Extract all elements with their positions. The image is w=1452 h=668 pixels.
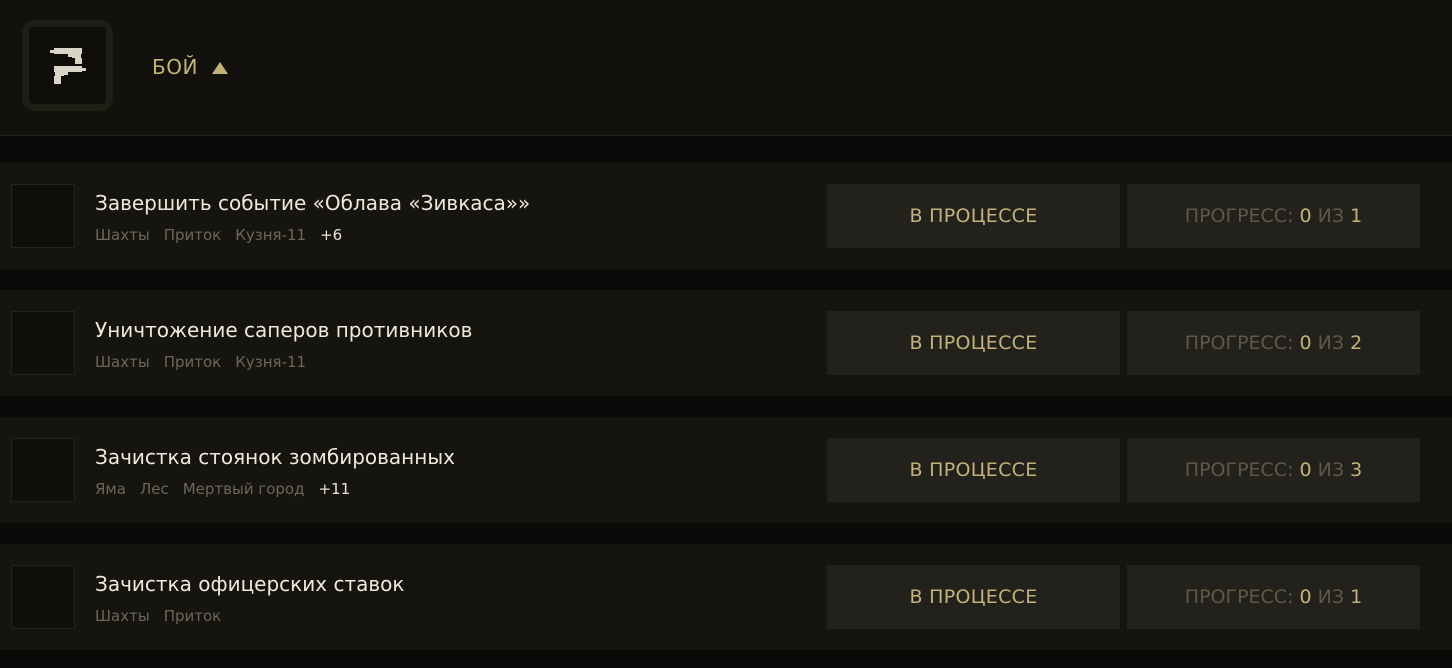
task-title: Завершить событие «Облава «Зивкаса»» [95,191,531,215]
progress-current: 0 [1299,459,1312,481]
more-locations-count[interactable]: +6 [320,226,342,244]
progress-total: 1 [1350,205,1363,227]
location-tag: Шахты [95,226,150,244]
progress-current: 0 [1299,586,1312,608]
task-row[interactable]: Зачистка стоянок зомбированных Яма Лес Мерт… [0,417,1452,523]
status-button[interactable]: В ПРОЦЕССЕ [827,311,1120,375]
progress-label: ПРОГРЕСС: [1184,332,1294,354]
progress-current: 0 [1299,205,1312,227]
progress-indicator: ПРОГРЕСС: 0 ИЗ 2 [1127,311,1420,375]
location-tag: Приток [163,353,222,371]
location-tag: Лес [139,480,169,498]
task-row[interactable]: Завершить событие «Облава «Зивкаса»» Шахт… [0,163,1452,269]
location-tag: Шахты [95,353,150,371]
category-icon-frame[interactable] [22,20,113,111]
location-tag: Приток [163,607,222,625]
progress-label: ПРОГРЕСС: [1184,586,1294,608]
task-title: Зачистка стоянок зомбированных [95,445,455,469]
more-locations-count[interactable]: +11 [318,480,350,498]
task-row[interactable]: Уничтожение саперов противников Шахты Прит… [0,290,1452,396]
progress-separator: ИЗ [1317,332,1345,354]
location-tag: Яма [95,480,126,498]
task-thumbnail [11,311,75,375]
progress-indicator: ПРОГРЕСС: 0 ИЗ 1 [1127,565,1420,629]
category-title: БОЙ [152,55,198,79]
category-header: БОЙ [0,0,1452,136]
task-thumbnail [11,184,75,248]
progress-separator: ИЗ [1317,586,1345,608]
progress-indicator: ПРОГРЕСС: 0 ИЗ 1 [1127,184,1420,248]
task-location-tags: Яма Лес Мертвый город +11 [95,480,350,498]
caret-up-icon [211,62,228,74]
task-thumbnail [11,438,75,502]
location-tag: Мертвый город [182,480,305,498]
progress-separator: ИЗ [1317,205,1345,227]
category-toggle[interactable]: БОЙ [152,52,228,82]
progress-label: ПРОГРЕСС: [1184,205,1294,227]
location-tag: Кузня-11 [235,226,307,244]
progress-label: ПРОГРЕСС: [1184,459,1294,481]
task-row[interactable]: Зачистка офицерских ставок Шахты Приток В П… [0,544,1452,650]
progress-total: 2 [1350,332,1363,354]
task-location-tags: Шахты Приток [95,607,221,625]
pistols-icon [49,47,86,84]
progress-total: 3 [1350,459,1363,481]
progress-current: 0 [1299,332,1312,354]
task-location-tags: Шахты Приток Кузня-11 +6 [95,226,342,244]
task-title: Уничтожение саперов противников [95,318,473,342]
progress-indicator: ПРОГРЕСС: 0 ИЗ 3 [1127,438,1420,502]
progress-total: 1 [1350,586,1363,608]
location-tag: Приток [163,226,222,244]
category-icon-background [29,27,106,104]
status-button[interactable]: В ПРОЦЕССЕ [827,565,1120,629]
task-location-tags: Шахты Приток Кузня-11 [95,353,306,371]
location-tag: Шахты [95,607,150,625]
status-button[interactable]: В ПРОЦЕССЕ [827,438,1120,502]
status-button[interactable]: В ПРОЦЕССЕ [827,184,1120,248]
location-tag: Кузня-11 [235,353,307,371]
task-thumbnail [11,565,75,629]
task-title: Зачистка офицерских ставок [95,572,405,596]
progress-separator: ИЗ [1317,459,1345,481]
